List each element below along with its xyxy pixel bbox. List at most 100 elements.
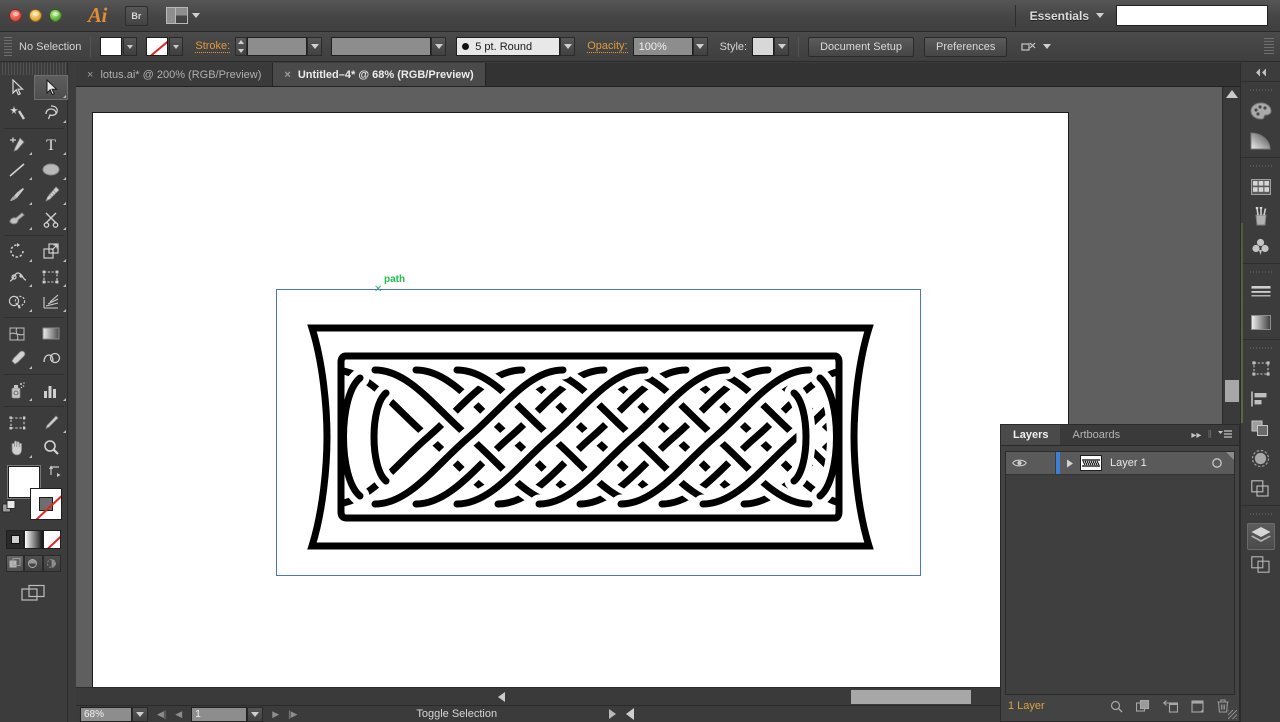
zoom-level-field[interactable]: 68% (80, 706, 132, 722)
tool-free-transform[interactable] (34, 264, 68, 289)
last-artboard-icon[interactable]: |▶ (288, 709, 297, 720)
tab-layers[interactable]: Layers (1001, 425, 1061, 445)
tool-column-graph[interactable] (34, 378, 68, 403)
vertical-scroll-thumb[interactable] (1225, 380, 1239, 402)
artboard[interactable]: path ✕ (92, 112, 1069, 687)
stroke-dropdown-button[interactable] (169, 37, 184, 56)
brush-definition-field[interactable]: 5 pt. Round (456, 37, 561, 56)
locate-object-icon[interactable] (1110, 700, 1123, 713)
scroll-up-icon[interactable] (1226, 90, 1238, 98)
draw-inside-button[interactable] (42, 555, 61, 572)
tool-slice[interactable] (34, 410, 68, 435)
celtic-knot-artwork[interactable] (298, 318, 883, 556)
stroke-color-control[interactable] (146, 37, 184, 56)
dock-item-transform[interactable] (1241, 355, 1280, 385)
artboard-navigation[interactable]: ◀| ◀ (157, 709, 182, 720)
stroke-weight-dropdown-button[interactable] (307, 37, 323, 56)
collapse-panels-button[interactable] (1241, 63, 1280, 81)
artboard-number-dropdown-button[interactable] (247, 706, 264, 722)
stroke-profile-field[interactable] (331, 37, 432, 56)
color-mode-button[interactable] (6, 530, 25, 549)
dock-item-swatches[interactable] (1241, 173, 1280, 203)
tool-gradient[interactable] (34, 321, 68, 346)
previous-artboard-icon[interactable]: ◀ (175, 709, 182, 720)
stroke-color-swatch-none-icon[interactable] (30, 488, 62, 520)
dock-group-grip[interactable] (1249, 85, 1272, 94)
tool-scale[interactable] (34, 239, 68, 264)
layer-name[interactable]: Layer 1 (1110, 457, 1147, 469)
zoom-level-dropdown-button[interactable] (132, 706, 148, 722)
tool-shape-builder[interactable] (0, 289, 34, 314)
dock-item-color-guide[interactable] (1241, 127, 1280, 157)
artboard-number-field[interactable]: 1 (191, 706, 248, 722)
draw-behind-button[interactable] (24, 555, 43, 572)
search-input[interactable] (1116, 5, 1268, 26)
control-bar-right-grip[interactable] (1264, 37, 1274, 56)
create-new-layer-icon[interactable] (1191, 699, 1204, 713)
status-menu-icon[interactable] (609, 709, 617, 719)
tools-panel-grip[interactable] (0, 63, 67, 75)
fill-dropdown-button[interactable] (123, 37, 138, 56)
minimize-window-button[interactable] (29, 9, 42, 22)
create-new-sublayer-icon[interactable] (1163, 699, 1178, 713)
dock-group-grip[interactable] (1249, 509, 1272, 518)
dock-group-grip[interactable] (1249, 267, 1272, 276)
tool-blend[interactable] (34, 346, 68, 371)
document-setup-button[interactable]: Document Setup (808, 36, 915, 57)
fill-color-control[interactable] (100, 37, 138, 56)
tool-type[interactable]: T (34, 132, 68, 157)
none-mode-button[interactable] (42, 530, 61, 549)
dock-group-grip[interactable] (1249, 161, 1272, 170)
next-artboard-icon[interactable]: ▶ (272, 709, 279, 720)
window-controls[interactable] (9, 9, 62, 22)
tool-paintbrush[interactable] (0, 182, 34, 207)
tool-hand[interactable] (0, 435, 34, 460)
close-window-button[interactable] (9, 9, 22, 22)
layer-row[interactable]: Layer 1 (1006, 452, 1234, 475)
workspace-switcher[interactable]: Essentials (1014, 4, 1104, 27)
stroke-swatch-none-icon[interactable] (146, 37, 169, 56)
opacity-field[interactable]: 100% (632, 37, 693, 56)
screen-mode-button[interactable] (0, 584, 67, 602)
arrange-documents-button[interactable] (165, 7, 200, 24)
stroke-weight-stepper[interactable] (235, 37, 248, 56)
dock-item-symbols[interactable] (1241, 233, 1280, 263)
graphic-style-dropdown-button[interactable] (774, 37, 790, 56)
dock-item-appearance[interactable] (1241, 475, 1280, 505)
tool-artboard[interactable] (0, 410, 34, 435)
stroke-weight-label[interactable]: Stroke: (195, 40, 231, 53)
close-icon[interactable]: × (87, 69, 93, 81)
tool-blob-brush[interactable] (0, 207, 34, 232)
tool-symbol-sprayer[interactable] (0, 378, 34, 403)
dock-item-transparency[interactable] (1241, 445, 1280, 475)
tool-pen[interactable] (0, 132, 34, 157)
document-tab-untitled-4[interactable]: × Untitled–4* @ 68% (RGB/Preview) (273, 63, 486, 86)
fill-swatch[interactable] (100, 37, 123, 56)
stroke-weight-field[interactable] (247, 37, 308, 56)
tool-pencil[interactable] (34, 182, 68, 207)
swap-fill-stroke-icon[interactable] (48, 464, 62, 478)
dock-group-grip[interactable] (1249, 343, 1272, 352)
layer-visibility-toggle[interactable] (1006, 458, 1032, 468)
control-bar-overflow[interactable] (1021, 40, 1052, 54)
tool-perspective-grid[interactable] (34, 289, 68, 314)
layers-list[interactable]: Layer 1 (1005, 451, 1235, 695)
tool-width[interactable] (0, 264, 34, 289)
dock-item-layers[interactable] (1241, 521, 1280, 551)
document-tab-lotus[interactable]: × lotus.ai* @ 200% (RGB/Preview) (76, 63, 274, 86)
artboard-navigation-forward[interactable]: ▶ |▶ (272, 709, 297, 720)
stroke-profile-dropdown-button[interactable] (431, 37, 447, 56)
horizontal-scroll-thumb[interactable] (851, 690, 971, 704)
tool-ellipse[interactable] (34, 157, 68, 182)
gradient-mode-button[interactable] (24, 530, 43, 549)
bridge-button[interactable]: Br (124, 5, 148, 26)
close-icon[interactable]: × (284, 69, 290, 81)
maximize-window-button[interactable] (49, 9, 62, 22)
draw-normal-button[interactable] (6, 555, 25, 572)
dock-item-brushes[interactable] (1241, 203, 1280, 233)
brush-definition-dropdown-button[interactable] (560, 37, 576, 56)
tool-eyedropper[interactable] (0, 346, 34, 371)
dock-item-gradient[interactable] (1241, 309, 1280, 339)
opacity-dropdown-button[interactable] (692, 37, 708, 56)
expand-panel-icon[interactable]: ▸▸ (1191, 430, 1201, 441)
